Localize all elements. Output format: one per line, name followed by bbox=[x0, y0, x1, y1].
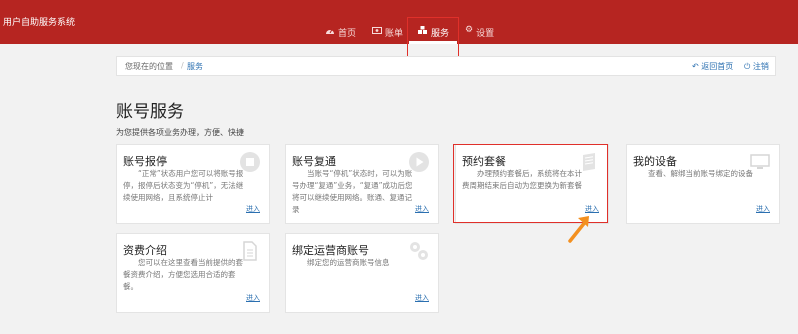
enter-link[interactable]: 进入 bbox=[415, 293, 429, 303]
card-title: 资费介绍 bbox=[123, 244, 167, 257]
card-title: 账号复通 bbox=[292, 155, 336, 168]
service-card-my-devices[interactable]: 我的设备 查看、解绑当前账号绑定的设备 进入 bbox=[626, 144, 780, 224]
bill-icon bbox=[372, 26, 382, 38]
power-icon: ⏻ bbox=[744, 62, 751, 71]
annotation-highlight-card bbox=[453, 144, 608, 223]
dashboard-icon bbox=[325, 26, 335, 38]
enter-link[interactable]: 进入 bbox=[246, 293, 260, 303]
service-card-resume[interactable]: 账号复通 当账号“停机”状态时，可以为账号办理“复通”业务，“复通”成功后您将可… bbox=[285, 144, 439, 224]
breadcrumb-separator: / bbox=[181, 61, 184, 70]
nav-label: 账单 bbox=[385, 29, 404, 39]
card-title: 我的设备 bbox=[633, 155, 677, 168]
service-card-tariff-info[interactable]: 资费介绍 您可以在这里查看当前提供的套餐资费介绍，方便您选用合适的套餐。 进入 bbox=[116, 233, 270, 313]
logout-link[interactable]: ⏻ 注销 bbox=[744, 61, 769, 72]
page-title: 账号服务 bbox=[116, 102, 184, 122]
nav-item-settings[interactable]: ⚙ 设置 bbox=[465, 20, 494, 44]
back-home-label: 返回首页 bbox=[701, 62, 734, 71]
card-title: 绑定运营商账号 bbox=[292, 244, 369, 257]
card-description: 查看、解绑当前账号绑定的设备 bbox=[648, 169, 753, 178]
logout-label: 注销 bbox=[752, 62, 769, 71]
service-card-suspend[interactable]: 账号报停 “正常”状态用户您可以将账号报停，报停后状态变为“停机”，无法继续使用… bbox=[116, 144, 270, 224]
top-navbar: 用户自助服务系统 首页 账单 服务 ⚙ 设置 bbox=[0, 0, 798, 44]
card-description: 当账号“停机”状态时，可以为账号办理“复通”业务，“复通”成功后您将可以继续使用… bbox=[292, 169, 413, 214]
breadcrumb-current[interactable]: 服务 bbox=[187, 61, 203, 72]
service-card-bind-carrier[interactable]: 绑定运营商账号 绑定您的运营商账号信息 进入 bbox=[285, 233, 439, 313]
card-description: “正常”状态用户您可以将账号报停，报停后状态变为“停机”，无法继续使用网络，且系… bbox=[123, 169, 244, 202]
nav-item-bill[interactable]: 账单 bbox=[372, 20, 403, 44]
undo-icon: ↶ bbox=[692, 62, 699, 71]
nav-label: 设置 bbox=[476, 29, 495, 39]
annotation-arrow-icon bbox=[568, 216, 589, 243]
breadcrumb-home[interactable]: 您现在的位置 bbox=[125, 61, 173, 72]
enter-link[interactable]: 进入 bbox=[756, 204, 770, 214]
card-title: 账号报停 bbox=[123, 155, 167, 168]
back-home-link[interactable]: ↶ 返回首页 bbox=[692, 61, 733, 72]
card-description: 绑定您的运营商账号信息 bbox=[307, 258, 390, 267]
page-subtitle: 为您提供各项业务办理，方便、快捷 bbox=[116, 128, 244, 137]
breadcrumb: 您现在的位置 / 服务 ↶ 返回首页 ⏻ 注销 bbox=[116, 56, 776, 76]
app-title: 用户自助服务系统 bbox=[3, 18, 76, 28]
card-description: 您可以在这里查看当前提供的套餐资费介绍，方便您选用合适的套餐。 bbox=[123, 258, 243, 291]
nav-label: 首页 bbox=[338, 29, 357, 39]
gear-icon: ⚙ bbox=[465, 25, 474, 35]
enter-link[interactable]: 进入 bbox=[415, 204, 429, 214]
nav-item-home[interactable]: 首页 bbox=[325, 20, 356, 44]
enter-link[interactable]: 进入 bbox=[246, 204, 260, 214]
